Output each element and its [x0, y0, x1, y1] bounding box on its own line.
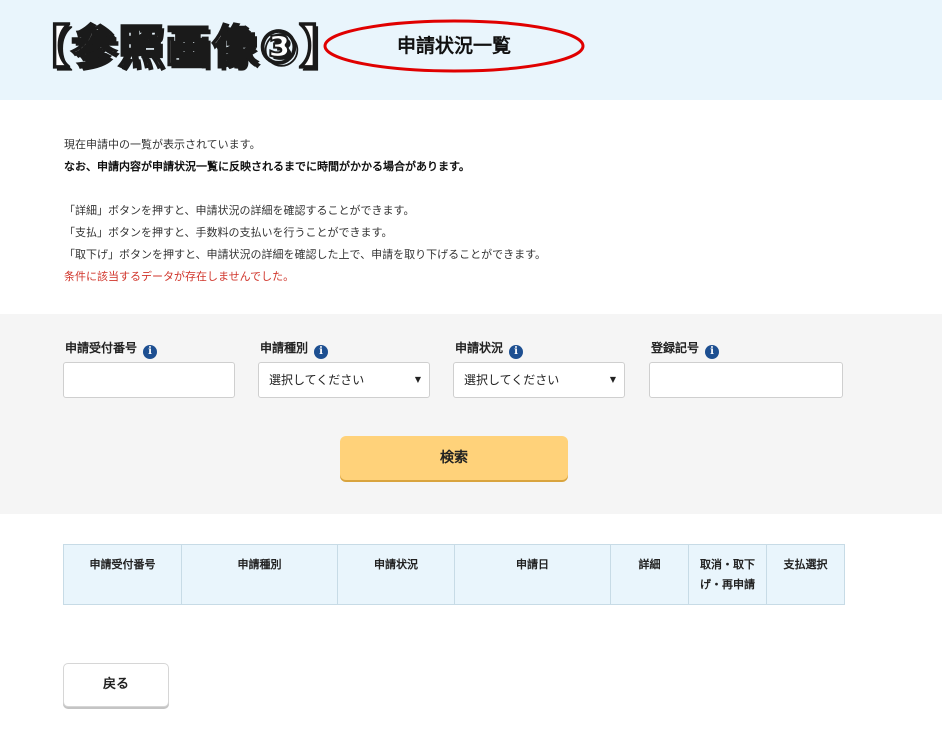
column-cancel-withdraw-reapply: 取消・取下げ・再申請 — [688, 544, 767, 605]
search-panel: 申請受付番号 i 申請種別 i 選択してください ▼ 申請状況 i 選択してください … — [0, 314, 942, 514]
application-status-field: 申請状況 i 選択してください ▼ — [453, 338, 627, 398]
info-icon[interactable]: i — [143, 345, 158, 359]
application-type-label: 申請種別 i — [260, 338, 432, 359]
application-type-select[interactable]: 選択してください ▼ — [258, 362, 430, 398]
column-application-date: 申請日 — [454, 544, 611, 605]
description-line: 「取下げ」ボタンを押すと、申請状況の詳細を確認した上で、申請を取り下げることがで… — [64, 248, 547, 261]
page-title: 申請状況一覧 — [396, 35, 511, 57]
caret-down-icon: ▼ — [414, 375, 421, 384]
receipt-number-input[interactable] — [63, 362, 235, 398]
info-icon[interactable]: i — [705, 345, 720, 359]
no-data-notice: 条件に該当するデータが存在しませんでした。 — [64, 270, 295, 283]
column-payment-select: 支払選択 — [766, 544, 845, 605]
application-type-field: 申請種別 i 選択してください ▼ — [258, 338, 432, 398]
info-icon[interactable]: i — [509, 345, 524, 359]
description: 現在申請中の一覧が表示されています。 なお、申請内容が申請状況一覧に反映されるま… — [64, 134, 864, 288]
description-line: 「支払」ボタンを押すと、手数料の支払いを行うことができます。 — [64, 226, 393, 239]
page-heading-highlight: 申請状況一覧 — [322, 18, 586, 74]
info-icon[interactable]: i — [314, 345, 329, 359]
receipt-number-label: 申請受付番号 i — [65, 338, 237, 359]
registration-number-input[interactable] — [649, 362, 843, 398]
search-button[interactable]: 検索 — [340, 436, 568, 480]
table-header-row: 申請受付番号 申請種別 申請状況 申請日 詳細 取消・取下げ・再申請 支払選択 — [63, 544, 845, 605]
column-application-status: 申請状況 — [337, 544, 455, 605]
caret-down-icon: ▼ — [609, 375, 616, 384]
column-application-type: 申請種別 — [181, 544, 338, 605]
registration-number-field: 登録記号 i — [649, 338, 845, 398]
description-line: 現在申請中の一覧が表示されています。 — [64, 138, 261, 151]
column-detail: 詳細 — [610, 544, 689, 605]
description-line-bold: なお、申請内容が申請状況一覧に反映されるまでに時間がかかる場合があります。 — [64, 160, 470, 173]
receipt-number-field: 申請受付番号 i — [63, 338, 237, 398]
application-status-select[interactable]: 選択してください ▼ — [453, 362, 625, 398]
results-table: 申請受付番号 申請種別 申請状況 申請日 詳細 取消・取下げ・再申請 支払選択 — [63, 544, 845, 605]
header-banner: 【参照画像③】 申請状況一覧 — [0, 0, 942, 100]
column-receipt-number: 申請受付番号 — [63, 544, 182, 605]
back-button[interactable]: 戻る — [63, 663, 169, 707]
reference-title: 【参照画像③】 — [23, 19, 346, 75]
registration-number-label: 登録記号 i — [651, 338, 845, 359]
application-status-label: 申請状況 i — [455, 338, 627, 359]
description-line: 「詳細」ボタンを押すと、申請状況の詳細を確認することができます。 — [64, 204, 415, 217]
